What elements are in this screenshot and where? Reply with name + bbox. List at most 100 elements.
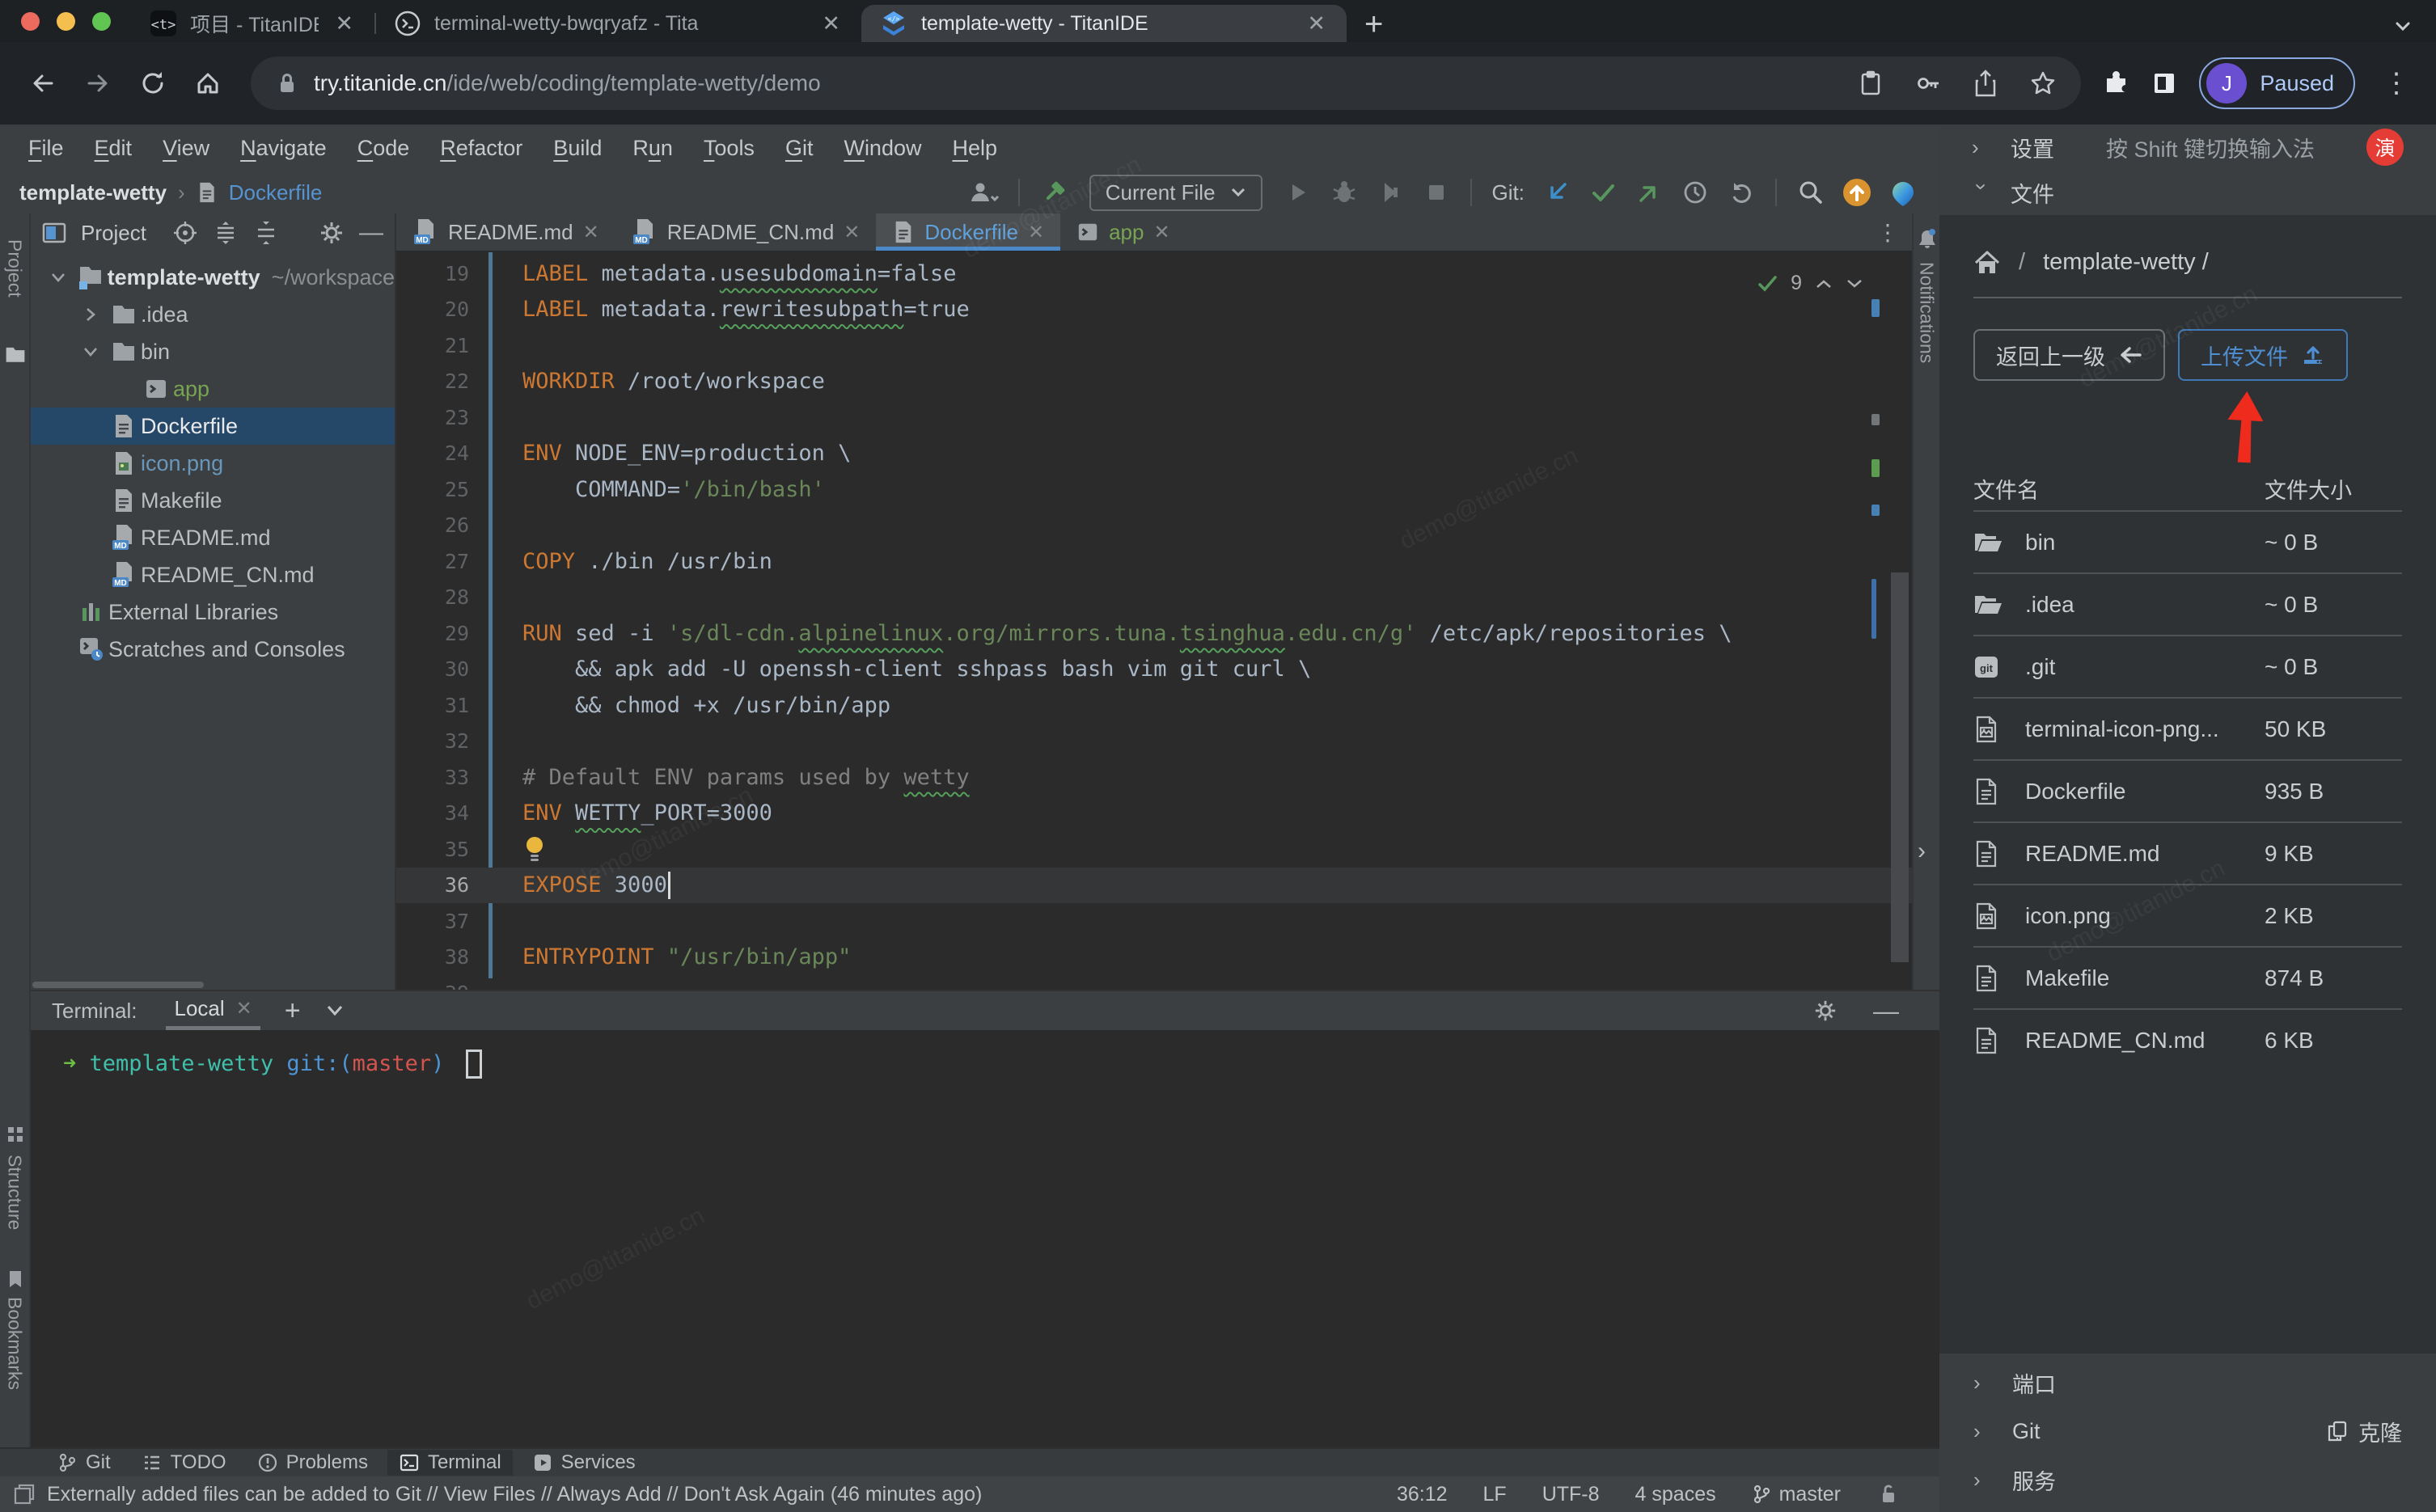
code-line-36[interactable]: 36 EXPOSE 3000 xyxy=(396,867,1912,903)
file-encoding[interactable]: UTF-8 xyxy=(1542,1483,1600,1506)
hide-terminal-icon[interactable]: — xyxy=(1873,996,1899,1026)
code-line-21[interactable]: 21 xyxy=(396,327,1912,364)
tool-strip-bookmarks[interactable]: Bookmarks xyxy=(4,1297,26,1390)
menu-navigate[interactable]: Navigate xyxy=(225,136,342,161)
breadcrumb-project[interactable]: template-wetty xyxy=(19,180,167,205)
toolwindow-terminal[interactable]: Terminal xyxy=(387,1450,513,1476)
terminal-tab-local[interactable]: Local ✕ xyxy=(166,991,260,1030)
code-line-27[interactable]: 27 COPY ./bin /usr/bin xyxy=(396,543,1912,580)
collapse-all-icon[interactable] xyxy=(253,220,279,246)
editor-tab-dockerfile[interactable]: Dockerfile ✕ xyxy=(876,213,1061,251)
ide-sphere-icon[interactable] xyxy=(1886,175,1920,209)
close-tab-icon[interactable]: ✕ xyxy=(1028,221,1044,244)
file-row-readme-cn-md[interactable]: README_CN.md 6 KB xyxy=(1973,1008,2402,1071)
code-editor[interactable]: 19 LABEL metadata. usesubdomain =false 20 LAB… xyxy=(396,252,1912,990)
close-tab-icon[interactable]: ✕ xyxy=(818,11,844,36)
tab-list-icon[interactable]: ⋮ xyxy=(1876,213,1912,251)
chevron-down-icon[interactable] xyxy=(42,268,74,286)
toolwindow-todo[interactable]: TODO xyxy=(130,1450,238,1476)
browser-tab-terminal-wetty[interactable]: terminal-wetty-bwqryafz - Tita ✕ xyxy=(376,5,861,42)
code-line-30[interactable]: 30 && apk add -U openssh-client sshpass … xyxy=(396,652,1912,688)
tree-item-scratches-and-consoles[interactable]: Scratches and Consoles xyxy=(31,631,395,668)
stripe-mark[interactable] xyxy=(1871,414,1880,425)
file-row-readme-md[interactable]: README.md 9 KB xyxy=(1973,821,2402,884)
code-line-26[interactable]: 26 xyxy=(396,508,1912,544)
menu-build[interactable]: Build xyxy=(538,136,617,161)
menu-run[interactable]: Run xyxy=(617,136,688,161)
select-opened-file-icon[interactable] xyxy=(172,220,198,246)
unlock-icon[interactable] xyxy=(1876,1483,1897,1506)
caret-position[interactable]: 36:12 xyxy=(1397,1483,1448,1506)
bookmark-star-icon[interactable] xyxy=(2029,70,2057,97)
file-row-terminal-icon-png-[interactable]: terminal-icon-png... 50 KB xyxy=(1973,697,2402,759)
menu-git[interactable]: Git xyxy=(770,136,829,161)
stripe-mark[interactable] xyxy=(1871,505,1880,516)
chevron-right-icon[interactable] xyxy=(74,306,107,323)
status-message[interactable]: Externally added files can be added to G… xyxy=(47,1483,982,1506)
close-tab-icon[interactable]: ✕ xyxy=(236,997,252,1020)
code-line-23[interactable]: 23 xyxy=(396,399,1912,436)
browser-menu-icon[interactable]: ⋮ xyxy=(2376,67,2417,99)
clone-button[interactable]: 克隆 xyxy=(2326,1416,2402,1447)
extensions-puzzle-icon[interactable] xyxy=(2100,69,2129,98)
expand-all-icon[interactable] xyxy=(213,220,239,246)
home-icon[interactable] xyxy=(184,60,231,107)
run-button[interactable] xyxy=(1281,175,1315,209)
tree-item-bin[interactable]: bin xyxy=(31,333,395,370)
build-hammer-icon[interactable] xyxy=(1037,175,1071,209)
file-row-makefile[interactable]: Makefile 874 B xyxy=(1973,946,2402,1008)
notifications-bell-icon[interactable] xyxy=(1917,228,1938,251)
tree-item-icon-png[interactable]: icon.png xyxy=(31,445,395,482)
sidebar-git-row[interactable]: › Git 克隆 xyxy=(1973,1407,2402,1455)
debug-button[interactable] xyxy=(1327,175,1361,209)
git-commit-icon[interactable] xyxy=(1586,175,1620,209)
clipboard-icon[interactable] xyxy=(1858,70,1884,97)
terminal-settings-gear-icon[interactable] xyxy=(1813,999,1838,1023)
code-line-39[interactable]: 39 xyxy=(396,975,1912,990)
run-configuration-select[interactable]: Current File xyxy=(1089,174,1262,211)
editor-tab-readme-md[interactable]: MD README.md ✕ xyxy=(396,213,615,251)
file-row-bin[interactable]: bin ~ 0 B xyxy=(1973,510,2402,572)
bookmarks-icon[interactable] xyxy=(7,1269,23,1289)
file-row--git[interactable]: git .git ~ 0 B xyxy=(1973,635,2402,697)
tree-item-external-libraries[interactable]: External Libraries xyxy=(31,593,395,631)
code-line-24[interactable]: 24 ENV NODE_ENV=production \ xyxy=(396,436,1912,472)
sidebar-ports-row[interactable]: › 端口 xyxy=(1973,1358,2402,1407)
code-with-me-users-icon[interactable] xyxy=(967,175,1001,209)
code-line-33[interactable]: 33 # Default ENV params used by wetty xyxy=(396,759,1912,796)
hide-panel-icon[interactable]: — xyxy=(359,219,383,247)
toolwindow-problems[interactable]: Problems xyxy=(246,1450,379,1476)
menu-refactor[interactable]: Refactor xyxy=(425,136,538,161)
file-row-icon-png[interactable]: icon.png 2 KB xyxy=(1973,884,2402,946)
search-everywhere-icon[interactable] xyxy=(1794,175,1828,209)
password-key-icon[interactable] xyxy=(1914,70,1942,97)
history-clock-icon[interactable] xyxy=(1678,175,1712,209)
code-line-25[interactable]: 25 COMMAND= '/bin/bash' xyxy=(396,471,1912,508)
toolwindow-git[interactable]: Git xyxy=(45,1450,122,1476)
code-line-34[interactable]: 34 ENV WETTY _PORT=3000 xyxy=(396,796,1912,832)
editor-tab-readme-cn-md[interactable]: MD README_CN.md ✕ xyxy=(615,213,877,251)
menu-file[interactable]: File xyxy=(13,136,79,161)
tab-search-chevron-icon[interactable] xyxy=(2391,18,2415,36)
code-line-37[interactable]: 37 xyxy=(396,903,1912,940)
settings-gear-icon[interactable] xyxy=(319,220,345,246)
code-line-31[interactable]: 31 && chmod +x /usr/bin/app xyxy=(396,687,1912,724)
back-icon[interactable] xyxy=(19,60,66,107)
code-line-20[interactable]: 20 LABEL metadata. rewritesubpath =true xyxy=(396,292,1912,328)
project-folder-icon[interactable] xyxy=(5,344,26,364)
chevron-down-icon[interactable] xyxy=(74,343,107,361)
stripe-mark[interactable] xyxy=(1871,459,1880,477)
stripe-mark[interactable] xyxy=(1871,579,1876,639)
git-update-icon[interactable] xyxy=(1540,175,1574,209)
maximize-window-button[interactable] xyxy=(92,11,111,31)
menu-tools[interactable]: Tools xyxy=(688,136,770,161)
code-line-35[interactable]: 35 xyxy=(396,831,1912,868)
sidebar-settings-row[interactable]: › 设置 按 Shift 键切换输入法 演 xyxy=(1939,125,2436,170)
sidebar-services-row[interactable]: › 服务 xyxy=(1973,1455,2402,1504)
expand-panel-chevron-icon[interactable]: › xyxy=(1918,838,1926,865)
menu-edit[interactable]: Edit xyxy=(79,136,148,161)
current-path[interactable]: template-wetty / xyxy=(2043,249,2209,276)
tree-item-app[interactable]: app xyxy=(31,370,395,408)
menu-code[interactable]: Code xyxy=(342,136,425,161)
reload-icon[interactable] xyxy=(129,60,176,107)
